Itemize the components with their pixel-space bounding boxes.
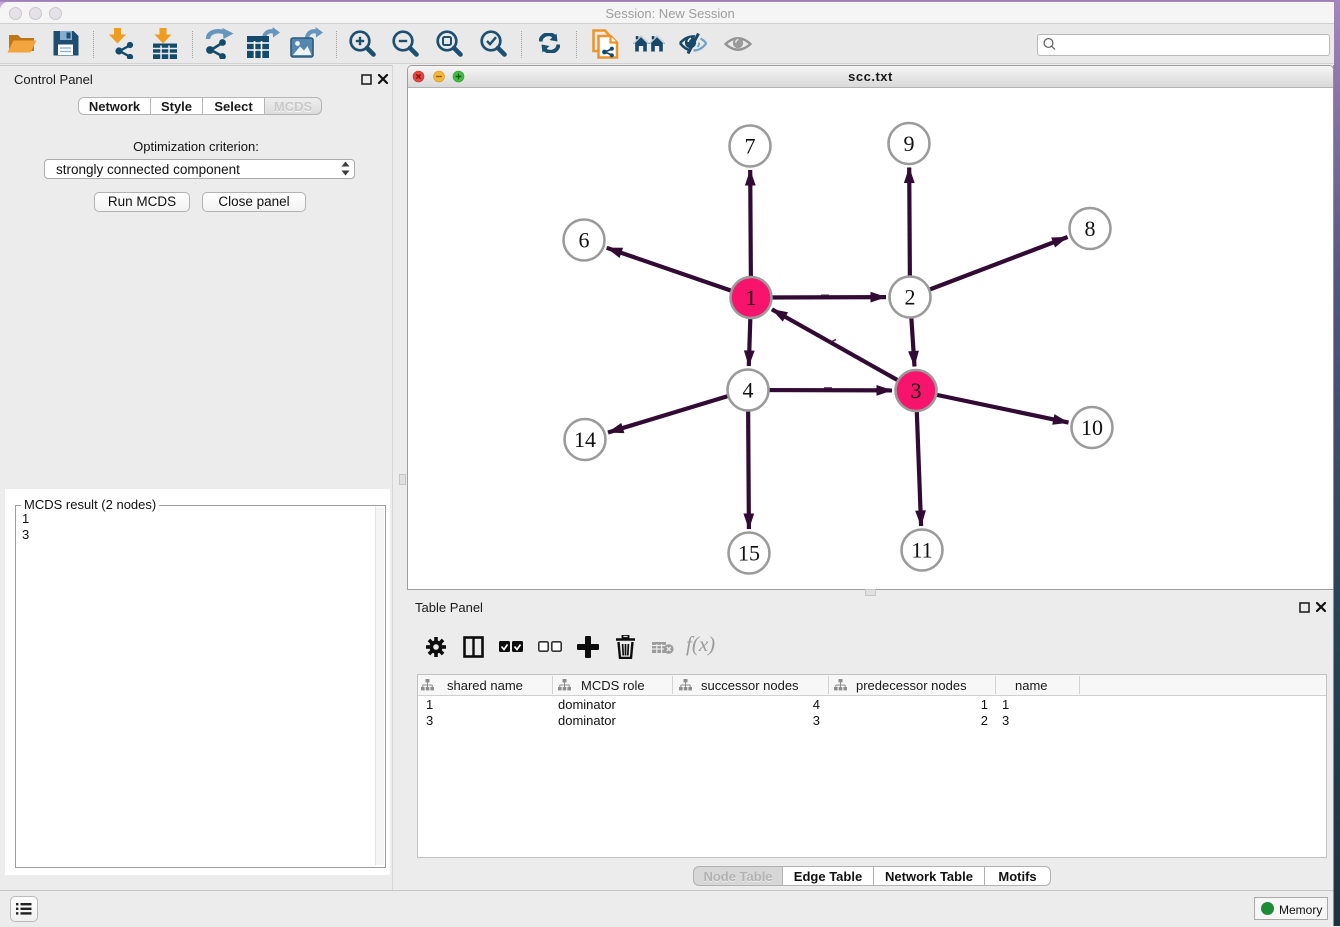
svg-text:3: 3 bbox=[911, 378, 922, 403]
svg-text:14: 14 bbox=[574, 427, 596, 452]
svg-text:8: 8 bbox=[1085, 216, 1096, 241]
svg-text:10: 10 bbox=[1081, 415, 1103, 440]
svg-text:1: 1 bbox=[746, 285, 757, 310]
svg-text:6: 6 bbox=[579, 228, 590, 253]
svg-text:11: 11 bbox=[911, 538, 932, 563]
svg-text:2: 2 bbox=[905, 285, 916, 310]
svg-text:7: 7 bbox=[745, 134, 756, 159]
svg-text:9: 9 bbox=[904, 131, 915, 156]
svg-text:4: 4 bbox=[743, 378, 754, 403]
svg-text:15: 15 bbox=[738, 541, 760, 566]
